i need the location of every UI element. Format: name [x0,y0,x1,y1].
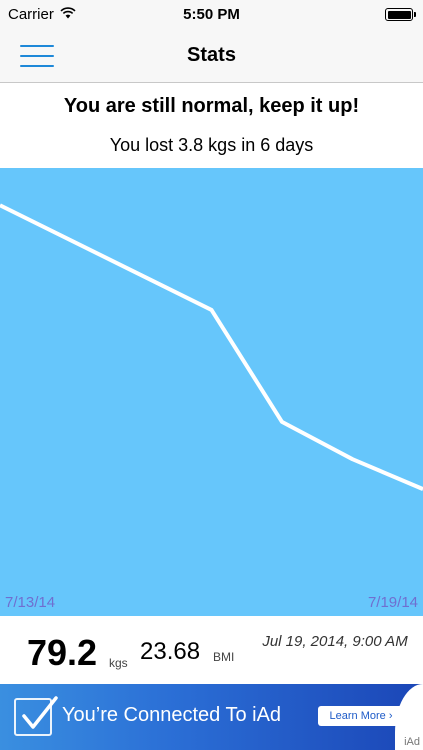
weight-value: 79.2 [27,632,98,673]
entry-timestamp: Jul 19, 2014, 9:00 AM [262,633,408,650]
iad-banner[interactable]: You’re Connected To iAd Learn More › iAd [0,684,423,750]
bmi-unit: BMI [213,650,235,664]
status-headline: You are still normal, keep it up! [63,95,360,117]
chevron-right-icon: › [388,710,393,722]
weight-unit: kgs [109,656,128,670]
navigation-bar: Stats [0,30,423,83]
weight-chart: 7/13/14 7/19/14 [0,168,423,616]
battery-icon [385,8,416,21]
app-screen: Carrier 5:50 PM Stats You are still norm… [0,0,423,750]
iad-brand-label: iAd [404,736,420,748]
learn-more-label: Learn More [329,710,389,722]
page-title: Stats [187,44,236,66]
weight-series-line [0,203,423,491]
x-tick-label-end: 7/19/14 [367,594,418,611]
status-bar: Carrier 5:50 PM [0,0,423,30]
x-tick-label-start: 7/13/14 [5,594,56,611]
battery-fill [387,10,411,19]
ad-text: You’re Connected To iAd [62,704,282,726]
weight-loss-summary: You lost 3.8 kgs in 6 days [109,135,314,155]
bmi-value: 23.68 [140,638,201,665]
stats-row: 79.2 kgs 23.68 BMI Jul 19, 2014, 9:00 AM [0,616,423,684]
weight-chart-svg [0,203,423,491]
learn-more-button[interactable]: Learn More › [318,706,404,726]
battery-tip [413,12,416,17]
status-time: 5:50 PM [183,6,240,23]
checkmark-icon [14,696,58,736]
